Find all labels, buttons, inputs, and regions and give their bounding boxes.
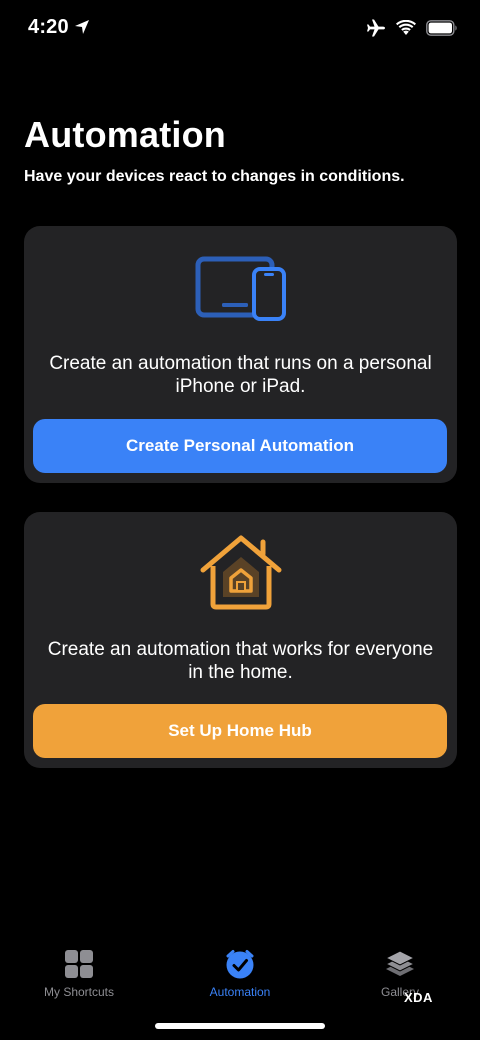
home-automation-description: Create an automation that works for ever… xyxy=(47,639,434,683)
create-personal-automation-button[interactable]: Create Personal Automation xyxy=(33,419,447,473)
location-arrow-icon xyxy=(75,20,89,34)
clock-check-icon xyxy=(226,950,254,979)
home-indicator[interactable] xyxy=(155,1023,325,1029)
personal-automation-description: Create an automation that runs on a pers… xyxy=(49,353,432,397)
page-subtitle: Have your devices react to changes in co… xyxy=(24,168,405,185)
devices-icon xyxy=(195,256,286,321)
tab-label: Automation xyxy=(209,985,271,999)
home-automation-card: Create an automation that works for ever… xyxy=(24,512,457,768)
airplane-icon xyxy=(367,19,385,37)
status-time: 4:20 xyxy=(28,16,69,38)
status-bar: 4:20 xyxy=(0,0,480,58)
wifi-icon xyxy=(396,20,416,35)
set-up-home-hub-button[interactable]: Set Up Home Hub xyxy=(33,704,447,758)
page-title: Automation xyxy=(24,114,226,155)
grid-icon xyxy=(65,950,93,978)
tab-label: My Shortcuts xyxy=(43,985,115,999)
tab-automation[interactable]: Automation xyxy=(170,948,310,999)
status-icons xyxy=(366,18,458,38)
personal-automation-card: Create an automation that runs on a pers… xyxy=(24,226,457,483)
automation-screen: 4:20 Automation Have your devices react … xyxy=(0,0,480,1040)
battery-icon xyxy=(426,20,457,36)
home-icon xyxy=(200,535,281,610)
layers-icon xyxy=(384,950,416,976)
xda-watermark: XDA xyxy=(404,990,433,1005)
tab-gallery[interactable]: Gallery xyxy=(330,948,470,999)
tab-my-shortcuts[interactable]: My Shortcuts xyxy=(9,948,149,999)
